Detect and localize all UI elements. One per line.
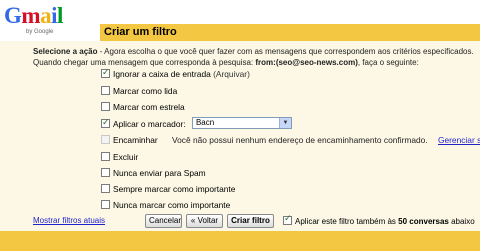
option-delete[interactable]: Excluir [101, 151, 138, 163]
option-star[interactable]: Marcar com estrela [101, 101, 185, 113]
search-query: from:(seo@seo-news.com) [255, 58, 358, 67]
logo-letter-g: G [4, 3, 22, 28]
skip-inbox-checkbox[interactable] [101, 67, 110, 79]
mark-read-checkbox[interactable] [101, 86, 110, 95]
skip-inbox-label: Ignorar a caixa de entrada [113, 69, 211, 79]
option-forward: Encaminhar Você não possui nenhum endere… [101, 134, 480, 146]
star-checkbox[interactable] [101, 102, 110, 111]
gmail-logo[interactable]: Gmail by Google [4, 4, 66, 38]
show-filters-link[interactable]: Mostrar filtros atuais [33, 216, 105, 225]
never-important-label: Nunca marcar como importante [113, 200, 231, 210]
logo-letter-m: m [21, 3, 41, 28]
manage-forwarding-link[interactable]: Gerenciar seus e [438, 135, 480, 145]
forward-label: Encaminhar [113, 135, 158, 145]
option-never-important[interactable]: Nunca marcar como importante [101, 199, 230, 211]
always-important-checkbox[interactable] [101, 184, 110, 193]
apply-existing-prefix: Aplicar este filtro também às [295, 217, 399, 226]
skip-inbox-sublabel: (Arquivar) [210, 69, 250, 79]
never-spam-checkbox[interactable] [101, 168, 110, 177]
instructions-prefix: Quando chegar uma mensagem que correspon… [33, 58, 256, 67]
footer-bar [0, 231, 480, 251]
forward-checkbox [101, 135, 110, 144]
logo-letter-l: l [56, 3, 63, 28]
label-select[interactable]: Bacn ▼ [191, 117, 292, 129]
delete-checkbox[interactable] [101, 152, 110, 161]
logo-byline: by Google [26, 29, 54, 35]
always-important-label: Sempre marcar como importante [113, 184, 236, 194]
star-label: Marcar com estrela [113, 102, 185, 112]
forward-note: Você não possui nenhum endereço de encam… [172, 135, 428, 145]
apply-label-checkbox[interactable] [101, 117, 110, 129]
apply-label-label: Aplicar o marcador: [113, 119, 186, 129]
gmail-wordmark: Gmail [4, 4, 63, 28]
instructions-text: - Agora escolha o que você quer fazer co… [97, 47, 474, 56]
chevron-down-icon[interactable]: ▼ [278, 118, 291, 128]
create-filter-button[interactable]: Criar filtro [227, 214, 274, 228]
option-apply-label[interactable]: Aplicar o marcador: Bacn ▼ [101, 117, 292, 129]
apply-existing-count: 50 conversas [398, 217, 449, 226]
cancel-button[interactable]: Cancelar [145, 214, 182, 228]
instructions-suffix: , faça o seguinte: [357, 58, 419, 67]
instructions-line-1: Selecione a ação - Agora escolha o que v… [33, 46, 478, 57]
apply-existing-suffix: abaixo [448, 217, 475, 226]
label-select-value: Bacn [195, 118, 215, 127]
instructions: Selecione a ação - Agora escolha o que v… [33, 46, 478, 68]
option-mark-read[interactable]: Marcar como lida [101, 85, 177, 97]
mark-read-label: Marcar como lida [113, 86, 178, 96]
apply-existing-checkbox[interactable] [283, 214, 292, 225]
delete-label: Excluir [113, 152, 139, 162]
option-skip-inbox[interactable]: Ignorar a caixa de entrada (Arquivar) [101, 67, 250, 80]
option-never-spam[interactable]: Nunca enviar para Spam [101, 167, 206, 179]
page-title: Criar um filtro [104, 26, 177, 38]
never-spam-label: Nunca enviar para Spam [113, 168, 206, 178]
never-important-checkbox[interactable] [101, 200, 110, 209]
logo-letter-a: a [40, 3, 52, 28]
apply-existing-option[interactable]: Aplicar este filtro também às 50 convers… [283, 214, 475, 226]
instructions-heading: Selecione a ação [33, 47, 98, 56]
back-button[interactable]: « Voltar [186, 214, 223, 228]
option-always-important[interactable]: Sempre marcar como importante [101, 183, 235, 195]
instructions-line-2: Quando chegar uma mensagem que correspon… [33, 57, 478, 68]
